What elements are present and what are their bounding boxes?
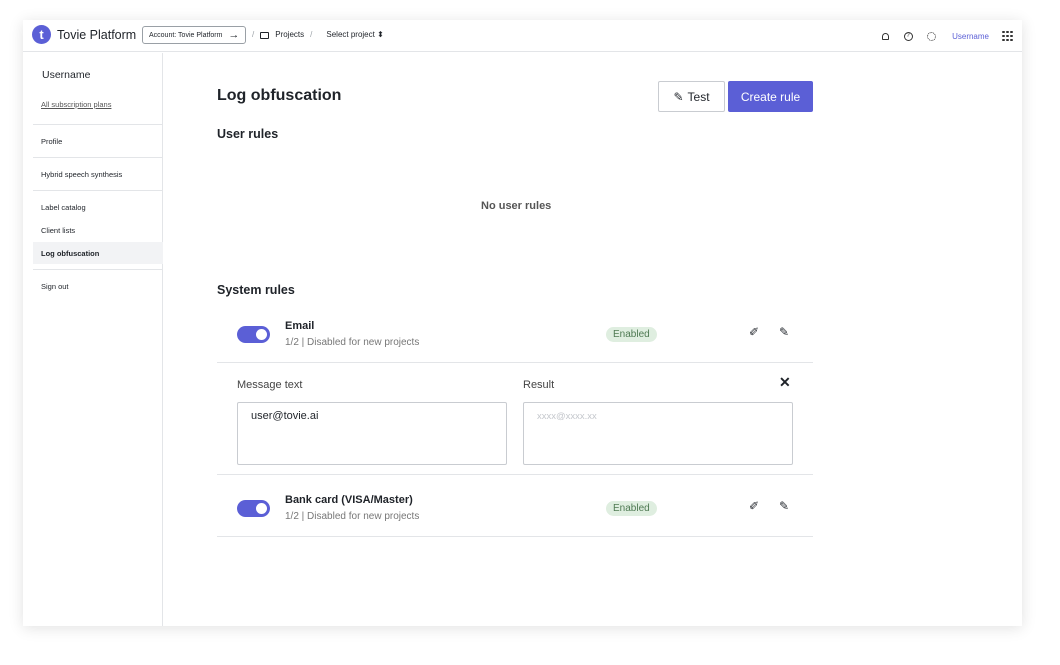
app-window: t Tovie Platform Account: Tovie Platform… <box>23 20 1022 626</box>
rule-row: Bank card (VISA/Master) 1/2 | Disabled f… <box>217 487 813 537</box>
sidebar-item-client-lists[interactable]: Client lists <box>33 219 163 241</box>
rule-enable-toggle[interactable] <box>237 326 270 343</box>
divider <box>33 269 163 270</box>
system-rules-heading: System rules <box>217 283 295 297</box>
status-badge: Enabled <box>606 501 657 516</box>
rule-description: 1/2 | Disabled for new projects <box>285 337 420 348</box>
tovie-logo-icon[interactable]: t <box>32 25 51 44</box>
message-text-label: Message text <box>237 379 303 391</box>
divider <box>33 157 163 158</box>
rule-enable-toggle[interactable] <box>237 500 270 517</box>
brand-name[interactable]: Tovie Platform <box>57 28 136 42</box>
sidebar-username: Username <box>42 69 91 81</box>
rule-name: Bank card (VISA/Master) <box>285 494 413 506</box>
username-link[interactable]: Username <box>952 32 989 41</box>
user-rules-heading: User rules <box>217 127 279 141</box>
result-output: xxxx@xxxx.xx <box>523 402 793 465</box>
rule-test-panel: Message text Result ✕ user@tovie.ai xxxx… <box>217 364 813 475</box>
sidebar-item-sign-out[interactable]: Sign out <box>33 275 163 297</box>
status-badge: Enabled <box>606 327 657 342</box>
select-project-dropdown[interactable]: Select project ⬍ <box>326 30 383 39</box>
sidebar-item-log-obfuscation[interactable]: Log obfuscation <box>33 242 163 264</box>
rule-description: 1/2 | Disabled for new projects <box>285 511 420 522</box>
account-switch-button[interactable]: Account: Tovie Platform → <box>142 26 247 44</box>
test-button-label: Test <box>687 89 710 104</box>
eraser-icon[interactable]: ✐ <box>747 325 761 339</box>
divider <box>33 190 163 191</box>
breadcrumb-separator: / <box>310 30 313 39</box>
create-rule-button[interactable]: Create rule <box>728 81 813 112</box>
breadcrumb-separator: / <box>252 30 255 39</box>
result-label: Result <box>523 379 555 391</box>
arrow-right-icon: → <box>228 28 240 41</box>
gear-icon[interactable] <box>925 30 937 42</box>
apps-grid-icon[interactable] <box>1002 30 1013 42</box>
top-bar: t Tovie Platform Account: Tovie Platform… <box>23 20 1022 52</box>
help-icon[interactable]: ? <box>902 30 914 42</box>
edit-icon[interactable]: ✎ <box>777 499 791 513</box>
folder-icon <box>260 32 270 39</box>
rule-row: Email 1/2 | Disabled for new projects En… <box>217 313 813 363</box>
account-label: Account: Tovie Platform <box>149 31 223 39</box>
sidebar-item-profile[interactable]: Profile <box>33 130 163 152</box>
close-icon[interactable]: ✕ <box>779 374 791 391</box>
eraser-icon[interactable]: ✐ <box>747 499 761 513</box>
sidebar: Username All subscription plans Profile … <box>23 53 163 626</box>
bell-icon[interactable] <box>879 30 891 42</box>
message-text-input[interactable]: user@tovie.ai <box>237 402 507 465</box>
rule-name: Email <box>285 320 315 332</box>
divider <box>33 124 163 125</box>
subscription-plans-link[interactable]: All subscription plans <box>41 100 111 109</box>
sidebar-item-label-catalog[interactable]: Label catalog <box>33 196 163 218</box>
header-actions: ? Username <box>879 20 1022 52</box>
sidebar-item-hybrid-speech-synthesis[interactable]: Hybrid speech synthesis <box>33 163 163 185</box>
page-title: Log obfuscation <box>217 87 342 104</box>
breadcrumb: / Projects / Select project ⬍ <box>252 30 384 39</box>
breadcrumb-projects[interactable]: Projects <box>275 30 304 39</box>
eraser-icon: ✎ <box>673 89 684 104</box>
test-button[interactable]: ✎ Test <box>658 81 725 112</box>
edit-icon[interactable]: ✎ <box>777 325 791 339</box>
empty-state-message: No user rules <box>481 200 552 212</box>
